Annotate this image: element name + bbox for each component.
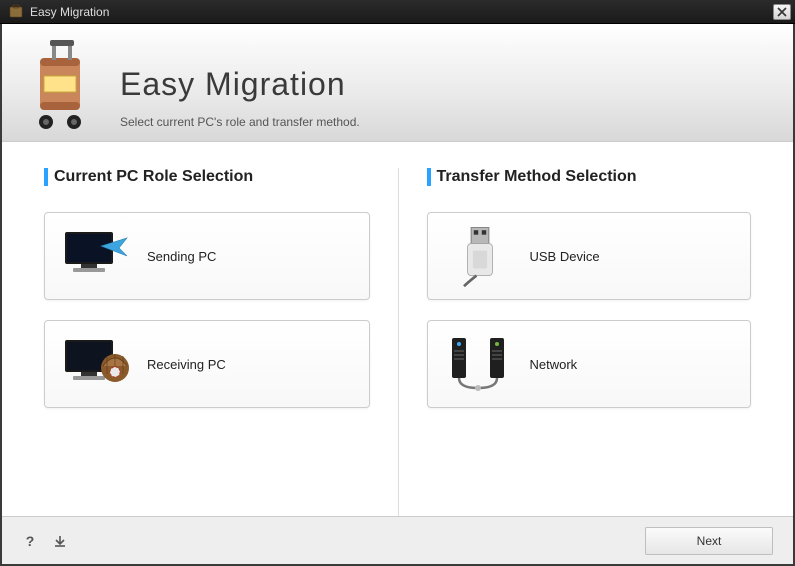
method-heading: Transfer Method Selection (427, 168, 752, 186)
role-heading: Current PC Role Selection (44, 168, 370, 186)
option-network[interactable]: Network (427, 320, 752, 408)
window-title: Easy Migration (30, 5, 773, 19)
option-usb-device[interactable]: USB Device (427, 212, 752, 300)
option-receiving-pc[interactable]: Receiving PC (44, 320, 370, 408)
close-button[interactable] (773, 4, 791, 20)
usb-icon (442, 224, 518, 288)
update-button[interactable] (52, 533, 68, 549)
footer: ? Next (2, 516, 793, 564)
option-label: USB Device (530, 249, 600, 264)
option-label: Receiving PC (147, 357, 226, 372)
monitor-catch-icon (59, 332, 135, 396)
header-subtitle: Select current PC's role and transfer me… (120, 115, 360, 129)
option-sending-pc[interactable]: Sending PC (44, 212, 370, 300)
option-label: Network (530, 357, 578, 372)
app-icon (8, 4, 24, 20)
method-column: Transfer Method Selection USB Device (398, 168, 752, 516)
window-body: Easy Migration Select current PC's role … (2, 24, 793, 564)
monitor-send-icon (59, 224, 135, 288)
help-button[interactable]: ? (22, 533, 38, 549)
header: Easy Migration Select current PC's role … (2, 24, 793, 142)
network-icon (442, 332, 518, 396)
next-button[interactable]: Next (645, 527, 773, 555)
content: Current PC Role Selection Sending PC (2, 142, 793, 516)
role-column: Current PC Role Selection Sending PC (44, 168, 398, 516)
option-label: Sending PC (147, 249, 216, 264)
luggage-icon (22, 38, 102, 138)
app-title: Easy Migration (120, 66, 360, 103)
titlebar: Easy Migration (0, 0, 795, 24)
